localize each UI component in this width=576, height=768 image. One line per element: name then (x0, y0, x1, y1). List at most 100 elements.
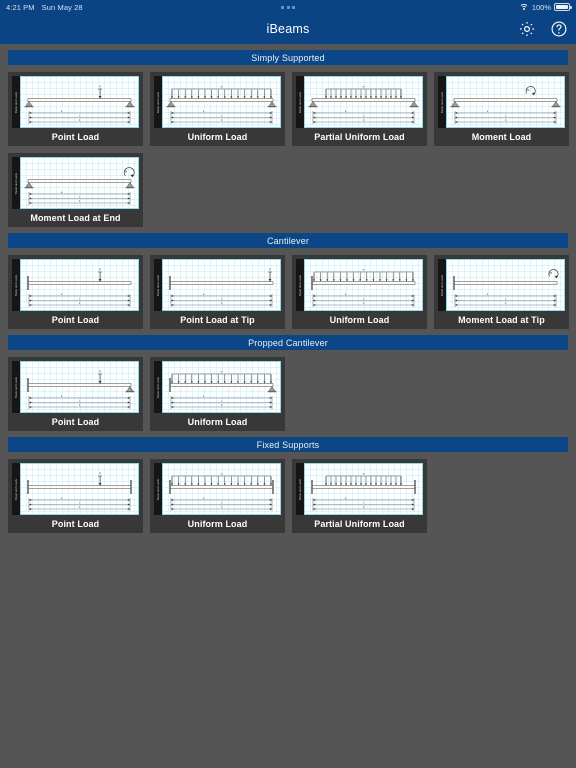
beam-diagram-plot: M La b (446, 259, 565, 311)
thumbnail-axis-label: Beam and Loads (438, 259, 446, 311)
beam-diagram-plot: w La b (162, 76, 281, 128)
beam-case-label: Point Load (51, 132, 100, 142)
svg-text:a: a (61, 110, 63, 113)
beam-schematic-fixed-free-moment-tip: M La b (446, 259, 565, 311)
svg-text:a: a (345, 110, 347, 113)
svg-text:a: a (61, 395, 63, 398)
beam-schematic-fixed-pinned-point: P La b (20, 361, 139, 413)
thumbnail-axis-label: Beam and Loads (12, 259, 20, 311)
beam-case-card[interactable]: Beam and Loads w La b Uniform Load (292, 255, 427, 329)
svg-text:M: M (550, 271, 552, 275)
svg-text:L: L (363, 502, 365, 505)
svg-text:b: b (363, 506, 365, 509)
thumbnail-axis-label: Beam and Loads (12, 157, 20, 209)
svg-text:P: P (99, 268, 101, 272)
beam-diagram-thumbnail[interactable]: Beam and Loads w La b (296, 76, 423, 128)
svg-text:w: w (221, 472, 223, 475)
section-header: Cantilever (8, 233, 568, 248)
beam-diagram-plot: P La b (20, 361, 139, 413)
svg-text:L: L (221, 115, 223, 118)
thumbnail-axis-label: Beam and Loads (296, 259, 304, 311)
thumbnail-axis-label: Beam and Loads (12, 76, 20, 128)
svg-text:L: L (79, 196, 81, 199)
svg-text:P: P (99, 85, 101, 89)
app-navigation-bar: iBeams (0, 14, 576, 44)
beam-diagram-thumbnail[interactable]: Beam and Loads w La b (296, 259, 423, 311)
thumbnail-axis-label-text: Beam and Loads (440, 91, 444, 113)
beam-case-card[interactable]: Beam and Loads w La b Uniform Load (150, 72, 285, 146)
svg-text:a: a (61, 497, 63, 500)
svg-text:b: b (363, 302, 365, 305)
beam-case-card[interactable]: Beam and Loads M La b Moment Load (434, 72, 569, 146)
section-card-row: Beam and Loads P La b Point Load Beam and Loa… (0, 350, 576, 431)
beam-case-label: Moment Load at Tip (458, 315, 545, 325)
beam-diagram-thumbnail[interactable]: Beam and Loads w La b (296, 463, 423, 515)
beam-diagram-thumbnail[interactable]: Beam and Loads P La b (154, 259, 281, 311)
question-mark-circle-icon[interactable] (550, 20, 568, 38)
nav-bar-actions (518, 14, 568, 44)
beam-case-label: Moment Load at End (30, 213, 121, 223)
svg-text:b: b (505, 302, 507, 305)
beam-case-card[interactable]: Beam and Loads w La b Uniform Load (150, 459, 285, 533)
section-card-row: Beam and Loads P La b Point Load Beam and Loa… (0, 248, 576, 329)
thumbnail-axis-label: Beam and Loads (12, 361, 20, 413)
svg-text:a: a (203, 110, 205, 113)
beam-diagram-thumbnail[interactable]: Beam and Loads M La b (12, 157, 139, 209)
beam-case-card[interactable]: Beam and Loads w La b Partial Uniform Load (292, 72, 427, 146)
svg-text:b: b (221, 302, 223, 305)
thumbnail-axis-label: Beam and Loads (154, 463, 162, 515)
beam-diagram-thumbnail[interactable]: Beam and Loads w La b (154, 463, 281, 515)
svg-text:P: P (269, 268, 271, 272)
beam-schematic-fixed-fixed-partial-uniform: w La b (304, 463, 423, 515)
svg-text:w: w (221, 370, 223, 373)
beam-case-card[interactable]: Beam and Loads P La b Point Load (8, 72, 143, 146)
beam-case-card[interactable]: Beam and Loads P La b Point Load (8, 255, 143, 329)
svg-text:a: a (61, 191, 63, 194)
beam-case-card[interactable]: Beam and Loads w La b Uniform Load (150, 357, 285, 431)
thumbnail-axis-label: Beam and Loads (154, 361, 162, 413)
beam-diagram-plot: M La b (446, 76, 565, 128)
beam-diagram-thumbnail[interactable]: Beam and Loads M La b (438, 259, 565, 311)
beam-diagram-plot: M La b (20, 157, 139, 209)
svg-text:b: b (505, 119, 507, 122)
thumbnail-axis-label-text: Beam and Loads (298, 274, 302, 296)
beam-case-card[interactable]: Beam and Loads M La b Moment Load at Tip (434, 255, 569, 329)
beam-case-card[interactable]: Beam and Loads P La b Point Load (8, 459, 143, 533)
beam-case-list: Simply Supported Beam and Loads P La b Point … (0, 50, 576, 768)
beam-case-card[interactable]: Beam and Loads M La b Moment Load at End (8, 153, 143, 227)
beam-diagram-thumbnail[interactable]: Beam and Loads M La b (438, 76, 565, 128)
beam-diagram-thumbnail[interactable]: Beam and Loads P La b (12, 76, 139, 128)
thumbnail-axis-label-text: Beam and Loads (298, 478, 302, 500)
beam-diagram-thumbnail[interactable]: Beam and Loads w La b (154, 361, 281, 413)
beam-case-label: Partial Uniform Load (314, 132, 405, 142)
beam-diagram-thumbnail[interactable]: Beam and Loads P La b (12, 463, 139, 515)
beam-schematic-fixed-free-point: P La b (20, 259, 139, 311)
beam-diagram-thumbnail[interactable]: Beam and Loads P La b (12, 361, 139, 413)
svg-text:b: b (221, 404, 223, 407)
beam-case-card[interactable]: Beam and Loads w La b Partial Uniform Load (292, 459, 427, 533)
svg-text:a: a (61, 293, 63, 296)
svg-text:b: b (79, 200, 81, 203)
ios-status-bar: 4:21 PM Sun May 28 100% (0, 0, 576, 14)
section-card-row: Beam and Loads P La b Point Load Beam and Loa… (0, 452, 576, 533)
beam-schematic-fixed-pinned-uniform: w La b (162, 361, 281, 413)
three-dots-icon[interactable] (0, 5, 576, 9)
svg-text:L: L (79, 400, 81, 403)
beam-diagram-plot: w La b (304, 259, 423, 311)
beam-diagram-plot: P La b (162, 259, 281, 311)
beam-case-card[interactable]: Beam and Loads P La b Point Load (8, 357, 143, 431)
svg-text:b: b (363, 119, 365, 122)
svg-text:L: L (221, 400, 223, 403)
svg-text:a: a (203, 395, 205, 398)
beam-case-card[interactable]: Beam and Loads P La b Point Load at Tip (150, 255, 285, 329)
beam-diagram-thumbnail[interactable]: Beam and Loads w La b (154, 76, 281, 128)
beam-diagram-thumbnail[interactable]: Beam and Loads P La b (12, 259, 139, 311)
beam-case-label: Uniform Load (187, 132, 248, 142)
svg-text:L: L (221, 502, 223, 505)
thumbnail-axis-label: Beam and Loads (296, 76, 304, 128)
beam-schematic-pinned-pinned-point: P La b (20, 76, 139, 128)
thumbnail-axis-label-text: Beam and Loads (156, 478, 160, 500)
beam-case-label: Uniform Load (329, 315, 390, 325)
svg-text:a: a (345, 293, 347, 296)
gear-icon[interactable] (518, 20, 536, 38)
